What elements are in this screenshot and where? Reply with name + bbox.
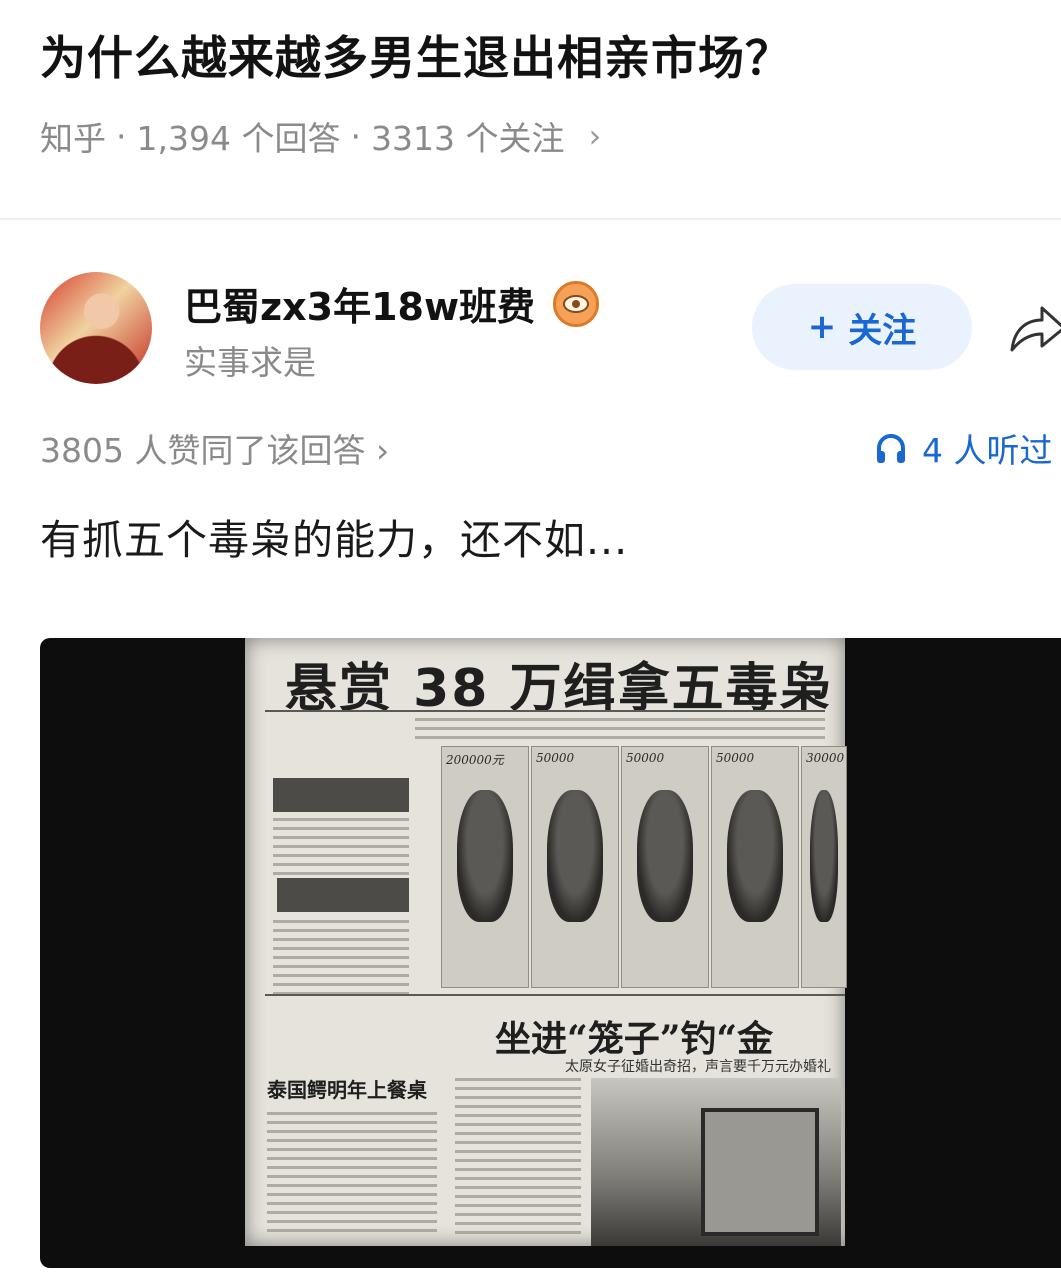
newspaper-text [455,1078,581,1238]
newspaper-photo-sign [701,1108,819,1236]
portrait-face [809,790,839,923]
author-avatar[interactable] [40,272,152,384]
portrait-face [637,790,693,923]
listen-label: 4 人听过 [922,431,1053,470]
answer-excerpt[interactable]: 有抓五个毒枭的能力，还不如... [40,506,628,566]
wanted-portrait: 50000 [711,746,799,988]
reward-label: 50000 [626,751,665,765]
newspaper-left-headline: 泰国鳄明年上餐桌 [267,1078,427,1102]
portrait-face [547,790,603,923]
eye-icon [563,294,590,313]
wanted-portrait: 50000 [531,746,619,988]
newspaper-text [267,1112,437,1232]
newspaper-inset-photo [591,1078,841,1246]
answer-count: 1,394 个回答 [136,119,341,158]
newspaper-photo: 悬赏 38 万缉拿五毒枭 200000元 50000 50000 50000 3… [245,638,847,1246]
wanted-portrait: 200000元 [441,746,529,988]
newspaper-text [273,818,409,878]
source-label: 知乎 [40,119,106,158]
portrait-face [727,790,783,923]
newspaper-rule [265,994,845,996]
plus-icon: + [807,307,837,347]
chevron-right-icon: › [588,117,602,155]
newspaper-text [273,920,409,1000]
section-divider [0,218,1061,220]
portrait-face [457,790,513,923]
eye-badge-icon [553,280,600,327]
vote-count[interactable]: 3805 人赞同了该回答 › [40,424,389,472]
share-icon[interactable] [1008,300,1061,356]
headphones-icon [877,434,905,463]
author-name[interactable]: 巴蜀zx3年18w班费 [184,276,535,331]
newspaper-dark-box [277,878,409,912]
author-name-row[interactable]: 巴蜀zx3年18w班费 [184,276,600,331]
meta-dot: · [350,116,361,156]
meta-dot: · [116,116,127,156]
newspaper-caption: 太原女子征婚出奇招，声言要千万元办婚礼 [565,1059,831,1075]
reward-label: 30000 [806,751,845,765]
author-bio: 实事求是 [184,343,316,382]
listen-count[interactable]: 4 人听过 [874,424,1053,472]
newspaper-dark-box [273,778,409,812]
reward-label: 50000 [536,751,575,765]
follow-label: 关注 [848,310,917,351]
wanted-portrait: 30000 [801,746,847,988]
newspaper-subheadline: 坐进“笼子”钓“金 [495,1018,774,1060]
question-title[interactable]: 为什么越来越多男生退出相亲市场？ [40,22,792,88]
reward-label: 50000 [716,751,755,765]
wanted-portrait: 50000 [621,746,709,988]
answer-image[interactable]: 悬赏 38 万缉拿五毒枭 200000元 50000 50000 50000 3… [40,638,1061,1268]
newspaper-text [415,718,825,742]
reward-label: 200000元 [446,753,504,767]
newspaper-rule [265,710,825,712]
follower-count: 3313 个关注 [370,119,565,158]
follow-button[interactable]: + 关注 [752,284,972,370]
question-meta[interactable]: 知乎 · 1,394 个回答 · 3313 个关注 › [40,112,601,160]
